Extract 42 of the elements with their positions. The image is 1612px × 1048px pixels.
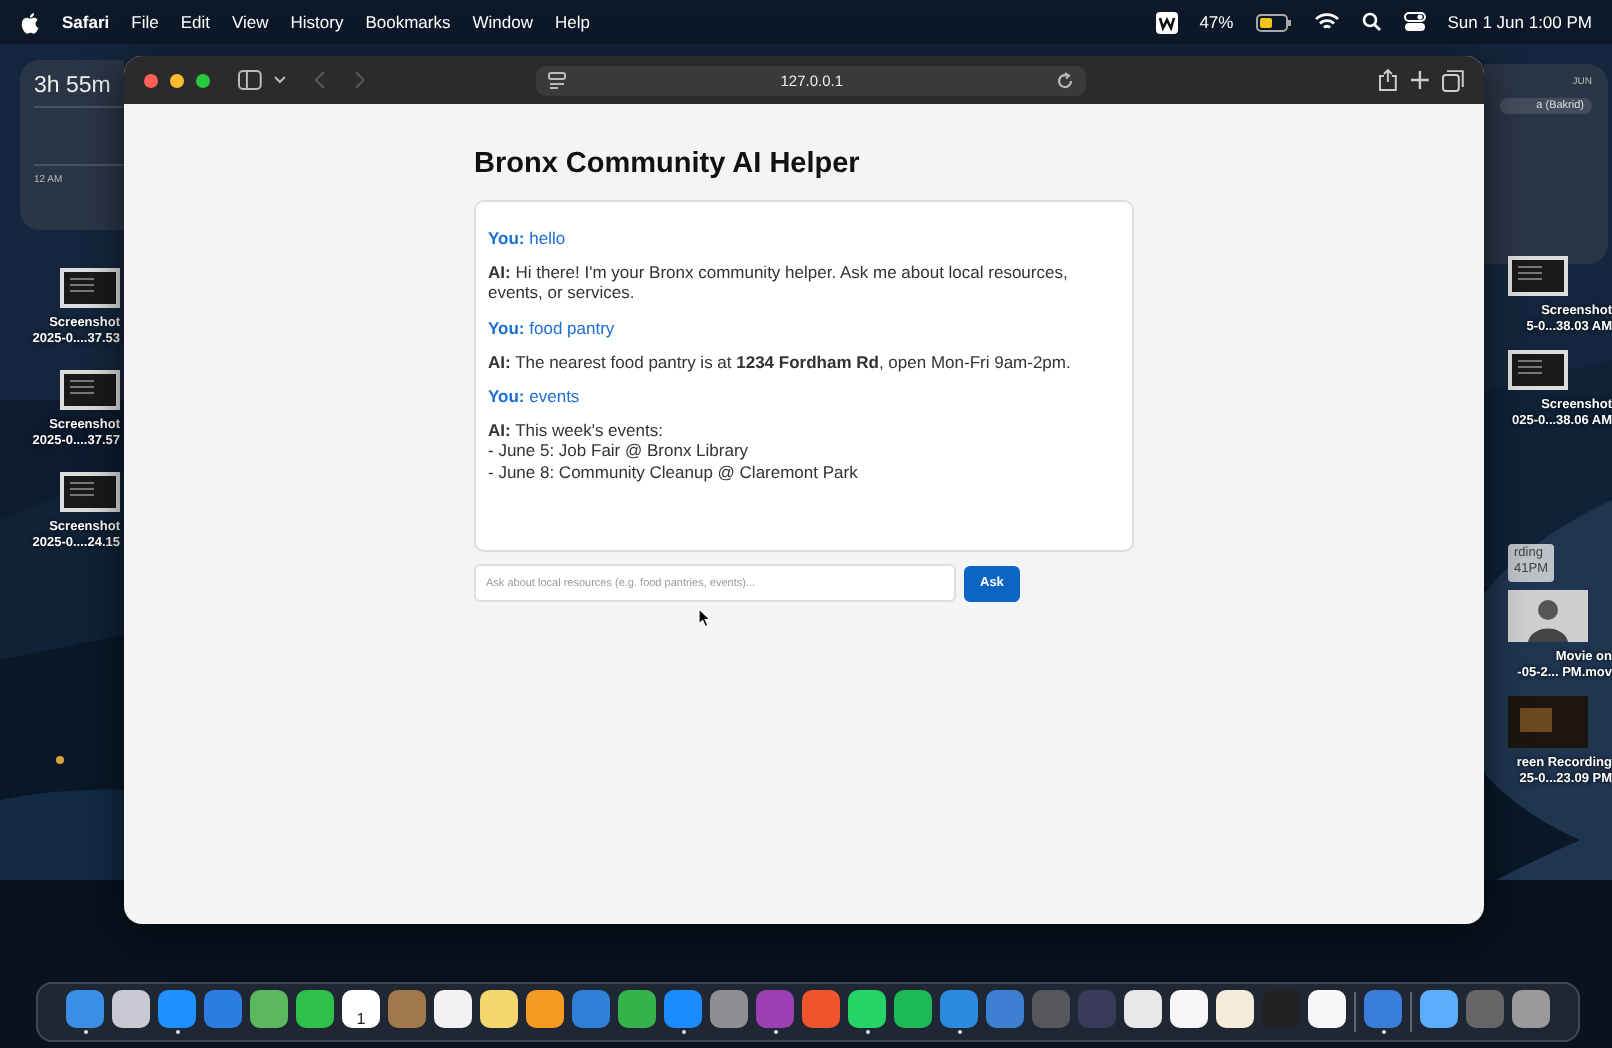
video-thumbnail[interactable]: [1508, 695, 1588, 747]
share-icon[interactable]: [1378, 68, 1399, 92]
ai-message: AI: Hi there! I'm your Bronx community helper. Ask me about local resources, events, or services.: [488, 262, 1070, 304]
clock[interactable]: Sun 1 Jun 1:00 PM: [1447, 12, 1592, 32]
screenshot-thumbnail[interactable]: [60, 369, 120, 410]
wifi-icon[interactable]: [1313, 12, 1340, 32]
ai-message: AI: This week's events: - June 5: Job Fair @ Bronx Library - June 8: Community Cleanup @ Claremont Park: [488, 420, 860, 482]
app-icon[interactable]: [848, 989, 886, 1035]
apple-logo-icon[interactable]: [20, 11, 40, 33]
user-message: You: hello: [488, 228, 568, 249]
screenshot-thumbnail[interactable]: [1508, 256, 1568, 296]
search-icon[interactable]: [1361, 12, 1382, 32]
chevron-down-icon[interactable]: [273, 76, 286, 84]
screen-time-total: 3h 55m: [34, 74, 113, 98]
menu-item[interactable]: View: [231, 12, 269, 32]
sidebar-icon[interactable]: [237, 70, 262, 90]
mouse-pointer-icon: [698, 608, 712, 628]
ai-message: AI: The nearest food pantry is at 1234 Fordham Rd, open Mon-Fri 9am-2pm.: [488, 351, 1073, 372]
reload-icon[interactable]: [1056, 71, 1075, 89]
tab-overview-icon[interactable]: [1442, 69, 1465, 91]
close-button[interactable]: [144, 73, 158, 87]
menu-item[interactable]: File: [131, 12, 159, 32]
new-tab-icon[interactable]: [1410, 70, 1431, 90]
menu-item[interactable]: Window: [472, 12, 533, 32]
menu-item[interactable]: Bookmarks: [365, 12, 451, 32]
person-video-thumbnail[interactable]: [1508, 589, 1588, 642]
menu-item[interactable]: Edit: [180, 12, 210, 32]
screenshot-thumbnail[interactable]: [1508, 349, 1568, 390]
control-center-icon[interactable]: [1403, 12, 1426, 32]
user-message: You: events: [488, 385, 582, 407]
minimize-button[interactable]: [169, 73, 184, 87]
page-settings-icon[interactable]: [548, 71, 567, 89]
screenshot-thumbnail[interactable]: [60, 268, 120, 308]
menu-item[interactable]: Safari: [62, 12, 110, 32]
menu-item[interactable]: Help: [554, 12, 590, 32]
menu-item[interactable]: History: [290, 12, 344, 32]
user-message: You: food pantry: [488, 317, 617, 338]
battery-icon[interactable]: [1255, 13, 1292, 31]
screenshot-thumbnail[interactable]: [60, 471, 120, 512]
battery-percentage: 47%: [1199, 12, 1234, 32]
page-title: Bronx Community AI Helper: [474, 148, 862, 180]
zoom-button[interactable]: [195, 73, 210, 87]
